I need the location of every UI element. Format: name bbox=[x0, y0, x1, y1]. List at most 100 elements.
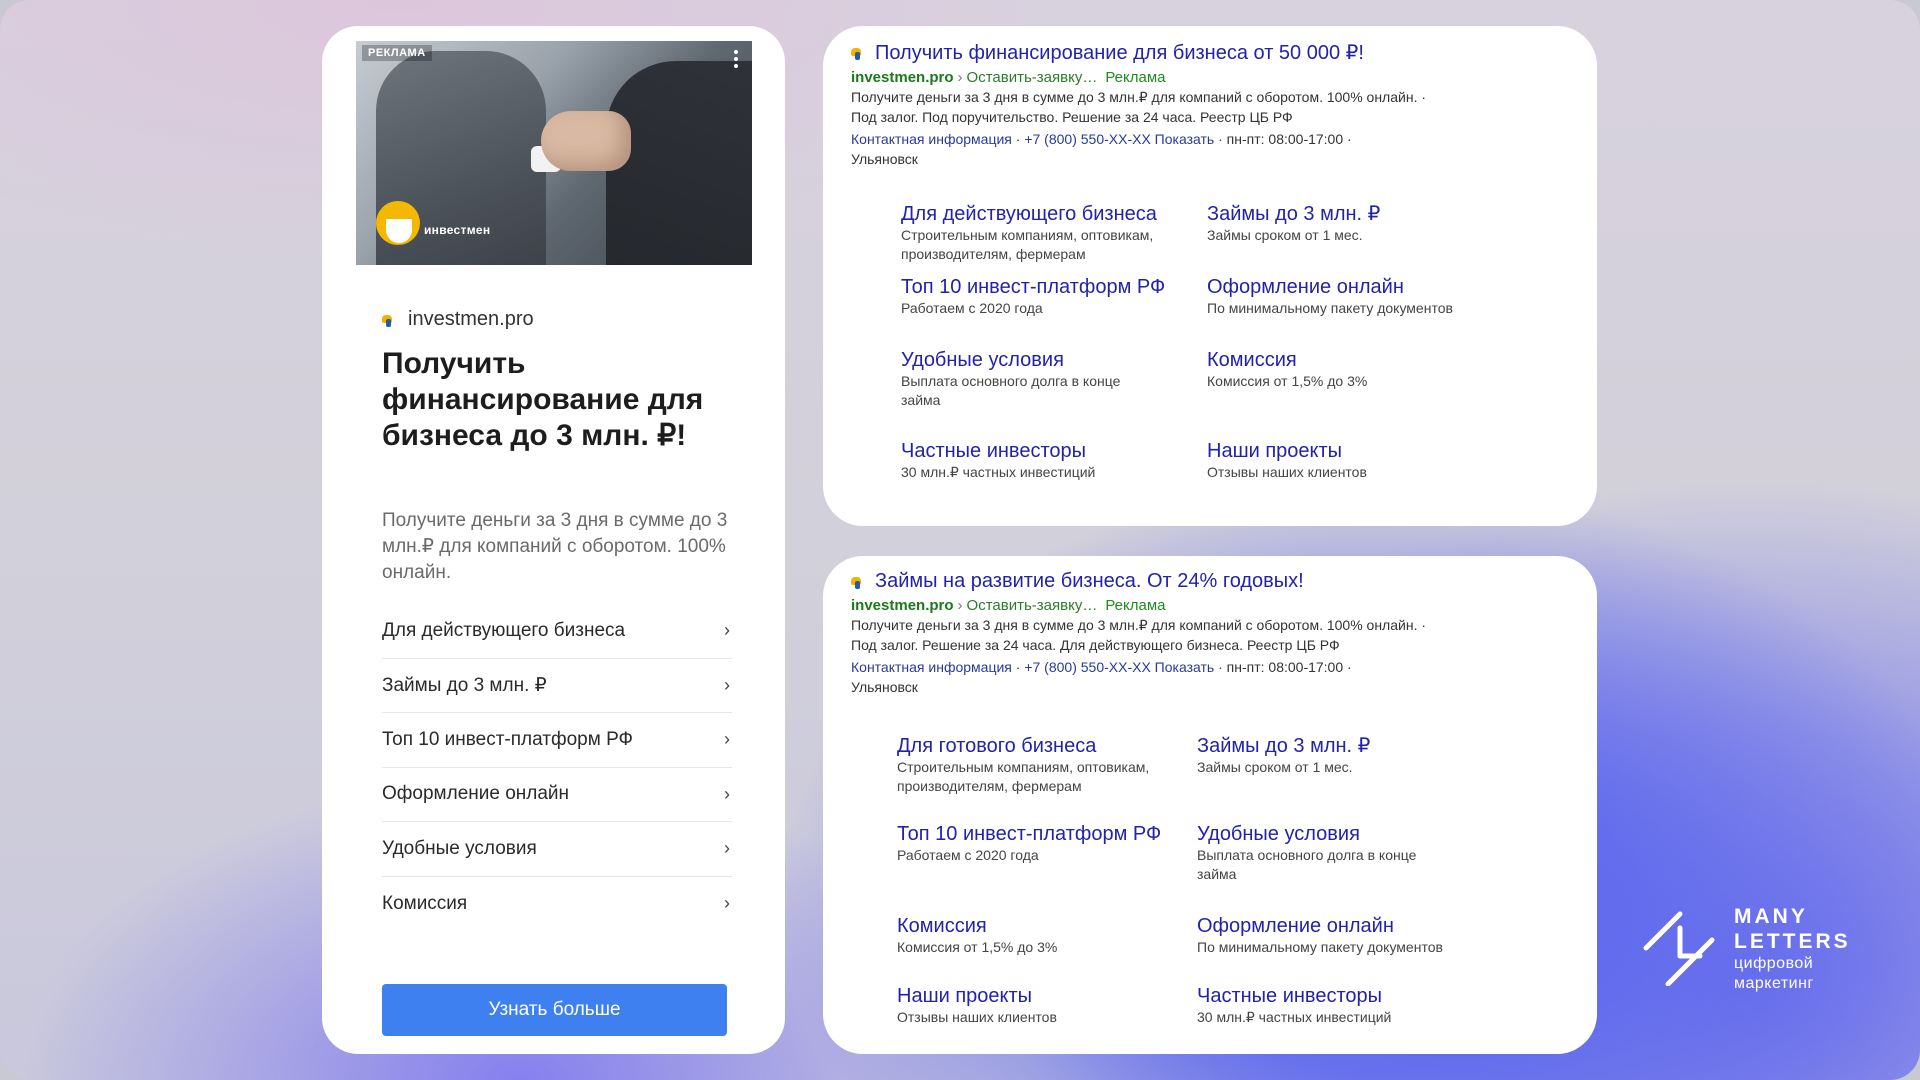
chevron-right-icon: › bbox=[724, 620, 730, 641]
mobile-ad-card[interactable]: РЕКЛАМА инвестмен investmen.pro Получить… bbox=[322, 26, 785, 1054]
sitelink: Для готового бизнеса Строительным компани… bbox=[897, 734, 1197, 822]
sitelink-title[interactable]: Оформление онлайн bbox=[1197, 914, 1497, 938]
sitelink-item[interactable]: Удобные условия › bbox=[382, 822, 732, 877]
sitelink-desc: Отзывы наших клиентов bbox=[1207, 464, 1367, 480]
working-hours: пн-пт: 08:00-17:00 bbox=[1226, 659, 1344, 675]
favicon-icon bbox=[851, 46, 865, 60]
sitelink-title[interactable]: Займы до 3 млн. ₽ bbox=[1197, 734, 1497, 758]
sitelink: Топ 10 инвест-платформ РФ Работаем с 2020… bbox=[901, 275, 1207, 348]
sitelink-desc: Строительным компаниям, оптовикам, произ… bbox=[901, 227, 1154, 262]
brand-mascot-icon bbox=[370, 201, 424, 247]
more-options-icon[interactable] bbox=[730, 47, 742, 73]
sitelink: Займы до 3 млн. ₽ Займы сроком от 1 мес. bbox=[1197, 734, 1497, 822]
sitelink-title[interactable]: Для действующего бизнеса bbox=[901, 202, 1207, 226]
chevron-right-icon: › bbox=[724, 893, 730, 914]
sitelink: Для действующего бизнеса Строительным ком… bbox=[901, 202, 1207, 275]
phone-link[interactable]: +7 (800) 550-ХХ-ХХ Показать bbox=[1024, 659, 1214, 675]
search-ad-path[interactable]: Оставить-заявку… bbox=[967, 597, 1098, 614]
logo-line-2: LETTERS bbox=[1734, 930, 1851, 953]
sitelink-item[interactable]: Комиссия › bbox=[382, 877, 732, 932]
sitelink-title[interactable]: Оформление онлайн bbox=[1207, 275, 1507, 299]
sitelink: Частные инвесторы 30 млн.₽ частных инвест… bbox=[901, 439, 1207, 512]
search-ad-path[interactable]: Оставить-заявку… bbox=[967, 69, 1098, 86]
sitelink-list: Для действующего бизнеса › Займы до 3 млн… bbox=[382, 604, 732, 931]
many-letters-logo: MANY LETTERS цифровой маркетинг bbox=[1640, 904, 1870, 1004]
ad-image-suit-right bbox=[606, 61, 752, 265]
sitelink-title[interactable]: Комиссия bbox=[1207, 348, 1507, 372]
search-ad-title[interactable]: Получить финансирование для бизнеса от 5… bbox=[875, 40, 1364, 65]
search-ad-contacts: Контактная информация · +7 (800) 550-ХХ-… bbox=[851, 130, 1541, 169]
sitelink: Частные инвесторы 30 млн.₽ частных инвест… bbox=[1197, 984, 1497, 1072]
sitelink-title[interactable]: Комиссия bbox=[897, 914, 1197, 938]
sitelink-desc: По минимальному пакету документов bbox=[1197, 939, 1443, 955]
sitelink-desc: 30 млн.₽ частных инвестиций bbox=[1197, 1009, 1392, 1025]
ad-tag: Реклама bbox=[1105, 69, 1166, 86]
favicon-icon bbox=[382, 313, 396, 327]
sitelink-desc: Комиссия от 1,5% до 3% bbox=[1207, 373, 1368, 389]
learn-more-button[interactable]: Узнать больше bbox=[382, 984, 727, 1036]
ad-label: РЕКЛАМА bbox=[362, 45, 432, 61]
sitelink: Наши проекты Отзывы наших клиентов bbox=[897, 984, 1197, 1072]
sitelink: Комиссия Комиссия от 1,5% до 3% bbox=[1207, 348, 1507, 439]
search-ad-text: Получите деньги за 3 дня в сумме до 3 мл… bbox=[851, 88, 1541, 127]
sitelink-desc: Отзывы наших клиентов bbox=[897, 1009, 1057, 1025]
phone-link[interactable]: +7 (800) 550-ХХ-ХХ Показать bbox=[1024, 131, 1214, 147]
sitelink-title[interactable]: Частные инвесторы bbox=[1197, 984, 1497, 1008]
sitelink-title[interactable]: Топ 10 инвест-платформ РФ bbox=[897, 822, 1197, 846]
sitelink-label: Комиссия bbox=[382, 892, 468, 914]
sitelink-title[interactable]: Наши проекты bbox=[1207, 439, 1507, 463]
search-ad-domain[interactable]: investmen.pro bbox=[851, 597, 954, 614]
search-ad-text: Получите деньги за 3 дня в сумме до 3 мл… bbox=[851, 616, 1541, 655]
sitelink-title[interactable]: Наши проекты bbox=[897, 984, 1197, 1008]
sitelink-desc: По минимальному пакету документов bbox=[1207, 300, 1453, 316]
search-ad-card-2: Займы на развитие бизнеса. От 24% годовы… bbox=[823, 556, 1597, 1054]
sitelink-desc: Займы сроком от 1 мес. bbox=[1207, 227, 1363, 243]
working-hours: пн-пт: 08:00-17:00 bbox=[1226, 131, 1344, 147]
search-ad-url: investmen.pro › Оставить-заявку… Реклама bbox=[851, 69, 1166, 86]
sitelink-title[interactable]: Для готового бизнеса bbox=[897, 734, 1197, 758]
contacts-link[interactable]: Контактная информация bbox=[851, 131, 1012, 147]
chevron-right-icon: › bbox=[724, 729, 730, 750]
city: Ульяновск bbox=[851, 678, 918, 695]
sitelink-item[interactable]: Займы до 3 млн. ₽ › bbox=[382, 659, 732, 713]
site-domain[interactable]: investmen.pro bbox=[408, 308, 534, 331]
ad-image-handshake[interactable]: РЕКЛАМА инвестмен bbox=[356, 41, 752, 265]
search-ad-text-line: Получите деньги за 3 дня в сумме до 3 мл… bbox=[851, 617, 1427, 633]
sitelink-item[interactable]: Для действующего бизнеса › bbox=[382, 604, 732, 659]
sitelink: Комиссия Комиссия от 1,5% до 3% bbox=[897, 914, 1197, 984]
search-ad-contacts: Контактная информация · +7 (800) 550-ХХ-… bbox=[851, 658, 1541, 697]
contacts-link[interactable]: Контактная информация bbox=[851, 659, 1012, 675]
chevron-right-icon: › bbox=[724, 674, 730, 695]
sitelink-desc: 30 млн.₽ частных инвестиций bbox=[901, 464, 1096, 480]
sitelink-desc: Выплата основного долга в конце займа bbox=[901, 373, 1121, 408]
sitelink: Оформление онлайн По минимальному пакету … bbox=[1207, 275, 1507, 348]
sitelink-label: Для действующего бизнеса bbox=[382, 619, 626, 641]
sitelink-label: Удобные условия bbox=[382, 837, 537, 859]
search-ad-text-line: Под залог. Решение за 24 часа. Для дейст… bbox=[851, 636, 1340, 653]
sitelink-title[interactable]: Топ 10 инвест-платформ РФ bbox=[901, 275, 1207, 299]
logo-line-1: MANY bbox=[1734, 905, 1808, 928]
sitelink-desc: Работаем с 2020 года bbox=[897, 847, 1039, 863]
search-ad-title[interactable]: Займы на развитие бизнеса. От 24% годовы… bbox=[875, 570, 1304, 593]
sitelink-title[interactable]: Частные инвесторы bbox=[901, 439, 1207, 463]
ad-description: Получите деньги за 3 дня в сумме до 3 мл… bbox=[382, 510, 728, 583]
chevron-right-icon: › bbox=[724, 783, 730, 804]
sitelink-item[interactable]: Оформление онлайн › bbox=[382, 768, 732, 822]
sitelink: Оформление онлайн По минимальному пакету … bbox=[1197, 914, 1497, 984]
site-row[interactable]: investmen.pro bbox=[382, 308, 534, 331]
ad-title[interactable]: Получить финансирование для бизнеса до 3… bbox=[382, 346, 712, 454]
search-ad-domain[interactable]: investmen.pro bbox=[851, 69, 954, 86]
sitelink: Топ 10 инвест-платформ РФ Работаем с 2020… bbox=[897, 822, 1197, 914]
sitelink-title[interactable]: Удобные условия bbox=[1197, 822, 1497, 846]
sitelink-label: Оформление онлайн bbox=[382, 783, 570, 805]
sitelink: Удобные условия Выплата основного долга в… bbox=[901, 348, 1207, 439]
ad-tag: Реклама bbox=[1105, 597, 1166, 614]
sitelink-desc: Выплата основного долга в конце займа bbox=[1197, 847, 1417, 882]
sitelink: Удобные условия Выплата основного долга в… bbox=[1197, 822, 1497, 914]
sitelink-item[interactable]: Топ 10 инвест-платформ РФ › bbox=[382, 713, 732, 768]
sitelink: Наши проекты Отзывы наших клиентов bbox=[1207, 439, 1507, 512]
sitelink-label: Топ 10 инвест-платформ РФ bbox=[382, 728, 633, 750]
sitelink-title[interactable]: Удобные условия bbox=[901, 348, 1207, 372]
sitelink-title[interactable]: Займы до 3 млн. ₽ bbox=[1207, 202, 1507, 226]
sitelink-desc: Строительным компаниям, оптовикам, произ… bbox=[897, 759, 1150, 794]
